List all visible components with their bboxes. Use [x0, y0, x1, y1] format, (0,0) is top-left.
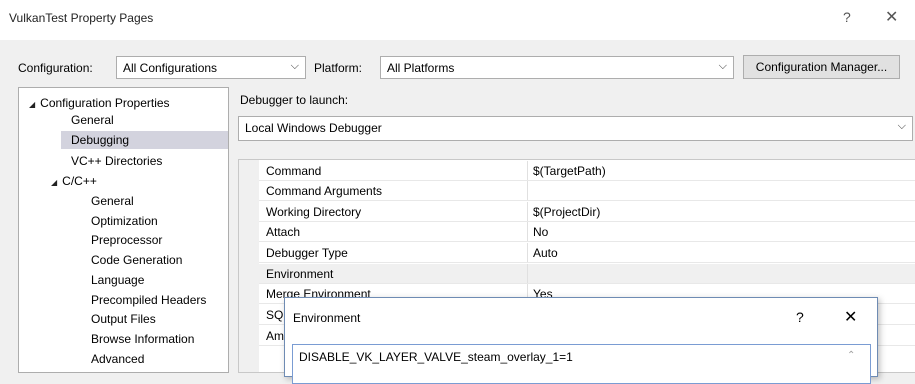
configuration-value: All Configurations	[123, 61, 218, 75]
column-divider	[527, 222, 528, 241]
debugger-value: Local Windows Debugger	[245, 121, 382, 135]
scroll-up-icon[interactable]: ⌃	[847, 350, 855, 361]
property-name: Working Directory	[266, 205, 362, 219]
property-row-working-directory[interactable]: Working Directory $(ProjectDir)	[259, 202, 915, 222]
tree-item-output-files[interactable]: Output Files	[91, 310, 156, 328]
property-row-command[interactable]: Command $(TargetPath)	[259, 161, 915, 181]
property-value[interactable]: $(ProjectDir)	[533, 205, 600, 219]
column-divider	[527, 202, 528, 221]
property-value[interactable]: $(TargetPath)	[533, 164, 606, 178]
tree-item-general-cpp[interactable]: General	[91, 192, 134, 210]
property-name: Am	[266, 329, 284, 343]
tree-item-precompiled-headers[interactable]: Precompiled Headers	[91, 291, 206, 309]
tree-item-label: Language	[91, 273, 145, 287]
chevron-down-icon: ⌵	[718, 60, 727, 72]
property-name: Command	[266, 164, 322, 178]
tree-item-label: Optimization	[91, 214, 158, 228]
tree-item-label: Configuration Properties	[40, 96, 170, 110]
configuration-dropdown[interactable]: All Configurations ⌵	[116, 56, 306, 79]
close-icon[interactable]: ✕	[844, 307, 857, 327]
tree-item-c-cpp[interactable]: ◢ C/C++	[51, 172, 97, 190]
property-value[interactable]: Auto	[533, 246, 558, 260]
tree-item-label: VC++ Directories	[71, 154, 163, 168]
platform-label: Platform:	[314, 61, 363, 75]
tree-item-debugging[interactable]: Debugging	[61, 131, 228, 149]
tree-item-label: Debugging	[71, 133, 130, 147]
column-divider	[527, 264, 528, 283]
tree-item-label: General	[71, 113, 114, 127]
window-title: VulkanTest Property Pages	[9, 11, 154, 25]
tree-item-label: Code Generation	[91, 253, 183, 267]
title-bar: VulkanTest Property Pages ? ✕	[0, 0, 915, 40]
tree-item-general[interactable]: General	[71, 111, 114, 129]
tree-item-advanced[interactable]: Advanced	[91, 350, 144, 368]
property-value[interactable]: No	[533, 225, 548, 239]
property-row-environment[interactable]: Environment	[259, 264, 915, 284]
property-row-debugger-type[interactable]: Debugger Type Auto	[259, 243, 915, 263]
configuration-label: Configuration:	[18, 61, 93, 75]
tree-item-label: Preprocessor	[91, 233, 163, 247]
property-name: Command Arguments	[266, 184, 383, 198]
help-icon[interactable]: ?	[843, 9, 851, 25]
tree-item-label: General	[91, 194, 134, 208]
property-row-command-arguments[interactable]: Command Arguments	[259, 181, 915, 201]
tree-item-label: Browse Information	[91, 332, 195, 346]
property-tree[interactable]: ◢ Configuration Properties General Debugg…	[18, 87, 229, 373]
configuration-manager-button[interactable]: Configuration Manager...	[743, 55, 900, 79]
tree-item-browse-information[interactable]: Browse Information	[91, 330, 194, 348]
grid-gutter	[239, 160, 259, 372]
help-icon[interactable]: ?	[796, 309, 804, 325]
property-name: Debugger Type	[266, 246, 348, 260]
tree-item-label: C/C++	[62, 174, 97, 188]
column-divider	[527, 181, 528, 200]
tree-item-label: Output Files	[91, 312, 156, 326]
close-icon[interactable]: ✕	[885, 7, 898, 27]
expand-triangle-icon[interactable]: ◢	[51, 178, 57, 187]
tree-item-label: Advanced	[91, 352, 145, 366]
expand-triangle-icon[interactable]: ◢	[29, 100, 35, 109]
platform-dropdown[interactable]: All Platforms ⌵	[380, 56, 734, 79]
property-row-attach[interactable]: Attach No	[259, 222, 915, 242]
debugger-label: Debugger to launch:	[240, 93, 349, 107]
dialog-title: Environment	[293, 311, 361, 325]
chevron-down-icon: ⌵	[897, 120, 906, 132]
column-divider	[527, 243, 528, 262]
debugger-dropdown[interactable]: Local Windows Debugger ⌵	[238, 116, 913, 141]
tree-item-vc-directories[interactable]: VC++ Directories	[71, 152, 162, 170]
tree-item-language[interactable]: Language	[91, 271, 144, 289]
tree-item-label: Precompiled Headers	[91, 293, 207, 307]
environment-dialog: Environment ? ✕ DISABLE_VK_LAYER_VALVE_s…	[284, 297, 878, 384]
property-name: Environment	[266, 267, 334, 281]
tree-item-preprocessor[interactable]: Preprocessor	[91, 231, 162, 249]
tree-item-configuration-properties[interactable]: ◢ Configuration Properties	[29, 94, 227, 112]
platform-value: All Platforms	[387, 61, 455, 75]
property-name: Attach	[266, 225, 301, 239]
column-divider	[527, 161, 528, 180]
chevron-down-icon: ⌵	[290, 60, 299, 72]
tree-item-code-generation[interactable]: Code Generation	[91, 251, 182, 269]
tree-item-optimization[interactable]: Optimization	[91, 212, 158, 230]
environment-input[interactable]: DISABLE_VK_LAYER_VALVE_steam_overlay_1=1	[292, 344, 871, 384]
